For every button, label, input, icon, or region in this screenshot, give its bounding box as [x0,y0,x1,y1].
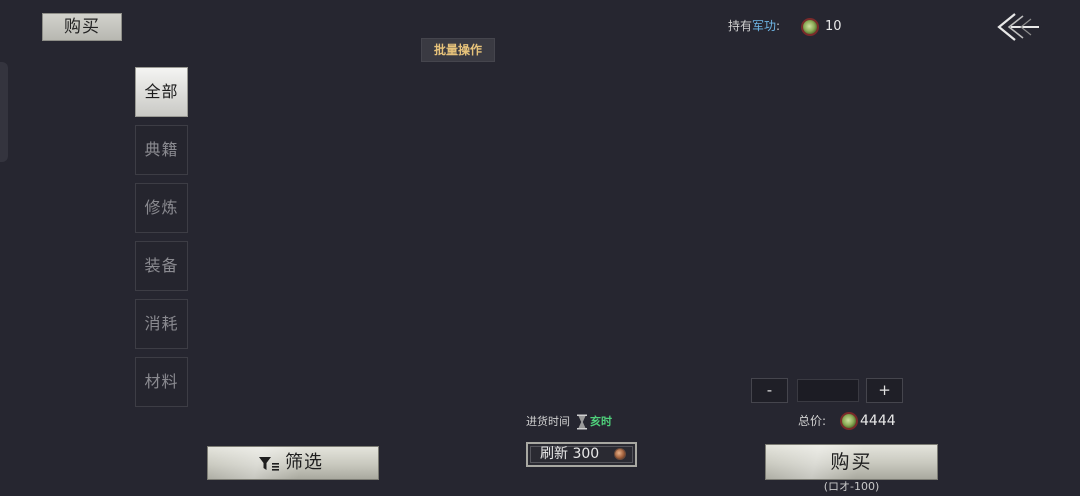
buy-label: 购买 [830,451,873,473]
buy-note: (ロオ-100) [823,480,880,493]
filter-label: 筛选 [285,452,323,473]
back-arrow-icon [997,13,1039,41]
quantity-minus-button[interactable]: - [751,378,788,403]
tab-equipment[interactable]: 装备 [135,241,188,291]
merit-label-key: 军功 [752,19,777,33]
tab-all[interactable]: 全部 [135,67,188,117]
merit-label: 持有军功: [728,18,780,34]
quantity-plus-button[interactable]: + [866,378,903,403]
page-title: 购买 [42,13,122,41]
merit-label-suffix: : [776,19,781,33]
merit-coin-icon [801,18,819,36]
restock-time-value: 亥时 [590,415,612,428]
hourglass-icon [576,414,588,430]
tab-books[interactable]: 典籍 [135,125,188,175]
merit-label-prefix: 持有 [728,19,753,33]
restock-time-label: 进货时间 [526,415,570,428]
refresh-label: 刷新 300 [540,446,600,462]
total-price-value: 4444 [860,413,896,429]
back-button[interactable] [995,10,1041,44]
total-coin-icon [840,412,858,430]
batch-operation-button[interactable]: 批量操作 [421,38,495,62]
tab-materials[interactable]: 材料 [135,357,188,407]
copper-coin-icon [614,448,626,460]
tab-cultivation[interactable]: 修炼 [135,183,188,233]
quantity-input[interactable] [797,379,859,402]
total-price-label: 总价: [798,414,827,428]
filter-icon [258,455,280,473]
merit-value: 10 [825,19,842,34]
side-panel-handle[interactable] [0,62,8,162]
tab-consumables[interactable]: 消耗 [135,299,188,349]
